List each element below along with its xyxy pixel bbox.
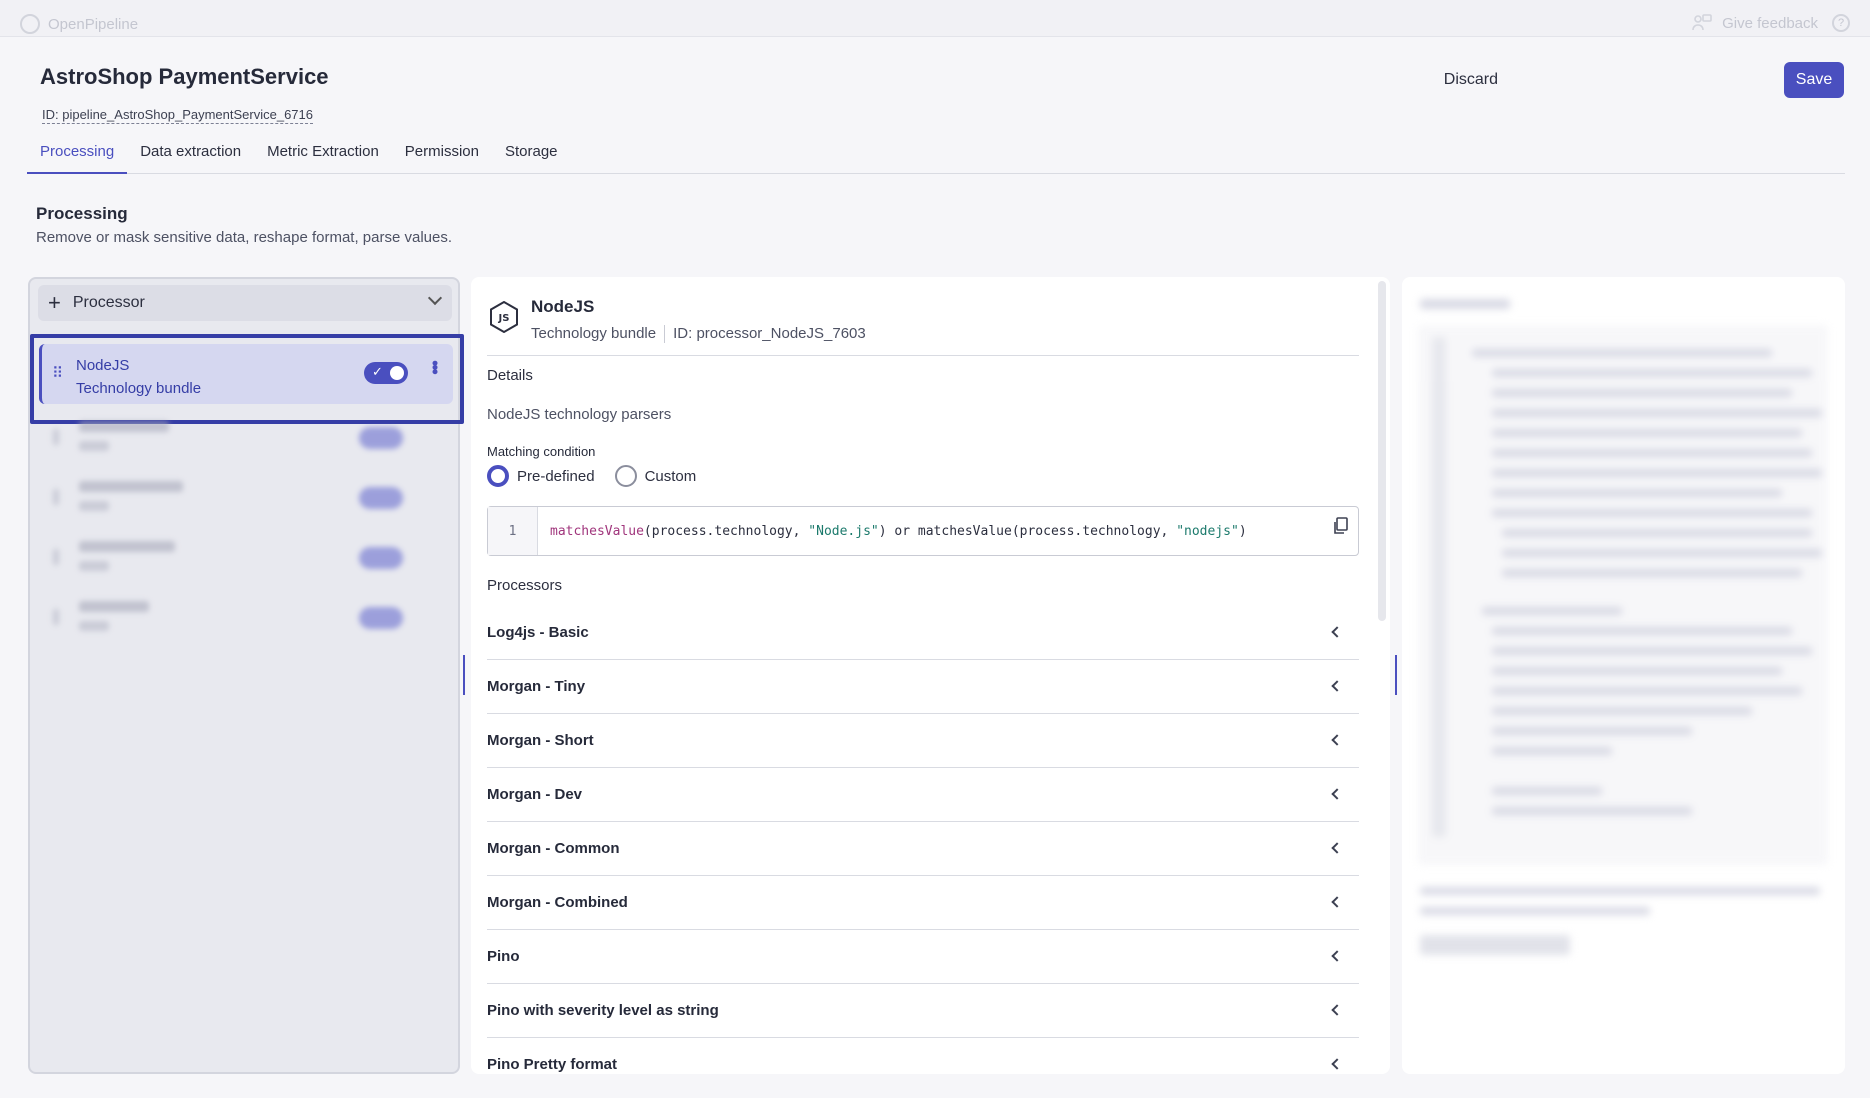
accordion-item[interactable]: Morgan - Short [487,714,1359,768]
resize-handle-right[interactable] [1395,655,1397,695]
blurred-list-item [39,469,453,529]
processor-item-name: NodeJS [76,357,130,374]
details-heading: Details [487,367,533,384]
processor-meta: Technology bundle ID: processor_NodeJS_7… [531,325,866,343]
accordion-item[interactable]: Pino with severity level as string [487,984,1359,1038]
section-title: Processing [36,204,128,223]
tab-bar: Processing Data extraction Metric Extrac… [27,140,1845,174]
processor-list-panel: + Processor ⠿ NodeJS Technology bundle ✓… [28,277,464,1074]
app-name: OpenPipeline [48,15,139,33]
accordion-item[interactable]: Pino [487,930,1359,984]
scrollbar[interactable] [1378,281,1386,621]
processor-item-nodejs[interactable]: ⠿ NodeJS Technology bundle ✓ ••• [39,344,453,404]
help-icon[interactable]: ? [1832,14,1850,32]
matching-condition-radios: Pre-defined Custom [487,465,696,487]
chevron-down-icon [427,290,443,306]
discard-button[interactable]: Discard [1424,62,1518,98]
processor-type: Technology bundle [531,325,657,342]
accordion-item[interactable]: Morgan - Common [487,822,1359,876]
app-logo-icon [20,14,40,34]
nodejs-icon: JS [490,301,518,333]
processor-description: NodeJS technology parsers [487,406,672,423]
condition-code: matchesValue (process.technology, "Node.j… [550,523,1247,539]
tab-permission[interactable]: Permission [392,140,492,174]
accordion-item[interactable]: Morgan - Tiny [487,660,1359,714]
processor-title: NodeJS [531,297,595,316]
give-feedback-label: Give feedback [1722,14,1818,32]
top-bar: OpenPipeline Give feedback ? [0,0,1870,36]
line-number: 1 [488,507,538,555]
check-icon: ✓ [372,364,383,379]
radio-custom[interactable] [614,465,637,487]
more-options-icon[interactable]: ••• [425,360,445,373]
chevron-left-icon [1331,680,1343,692]
radio-custom-label: Custom [644,467,697,485]
processor-id: ID: processor_NodeJS_7603 [673,325,866,342]
accordion-item[interactable]: Log4js - Basic [487,606,1359,660]
app-brand: OpenPipeline [20,14,138,34]
blurred-list-item [39,529,453,589]
blurred-content [1402,277,1845,1074]
tab-storage[interactable]: Storage [492,140,571,174]
matching-condition-label: Matching condition [487,444,596,459]
chevron-left-icon [1331,788,1343,800]
accordion-item[interactable]: Morgan - Dev [487,768,1359,822]
chevron-left-icon [1331,1004,1343,1016]
sample-data-panel [1402,277,1845,1074]
copy-icon[interactable] [1332,517,1348,535]
matching-condition-editor[interactable]: 1 matchesValue (process.technology, "Node… [487,506,1359,556]
tab-processing[interactable]: Processing [27,140,128,174]
blurred-list-item [39,589,453,649]
tab-metric-extraction[interactable]: Metric Extraction [254,140,392,174]
radio-predefined[interactable] [487,465,509,487]
blurred-list-item [39,409,453,469]
chevron-left-icon [1331,842,1343,854]
accordion-item[interactable]: Morgan - Combined [487,876,1359,930]
radio-predefined-label: Pre-defined [517,467,595,485]
accordion-item[interactable]: Pino Pretty format [487,1038,1359,1074]
processor-detail-panel: JS NodeJS Technology bundle ID: processo… [471,277,1390,1074]
pipeline-id[interactable]: ID: pipeline_AstroShop_PaymentService_67… [42,107,314,124]
section-subtitle: Remove or mask sensitive data, reshape f… [36,229,453,246]
tab-data-extraction[interactable]: Data extraction [127,140,254,174]
page-title: AstroShop PaymentService [40,64,329,89]
chevron-left-icon [1331,896,1343,908]
save-button[interactable]: Save [1784,62,1844,98]
add-processor-dropdown[interactable]: + Processor [38,285,452,321]
give-feedback-button[interactable]: Give feedback [1692,14,1818,32]
add-processor-label: Processor [72,294,145,311]
processors-heading: Processors [487,577,563,594]
chevron-left-icon [1331,1058,1343,1070]
chevron-left-icon [1331,734,1343,746]
drag-handle-icon[interactable]: ⠿ [52,366,63,381]
plus-icon: + [48,290,61,315]
chevron-left-icon [1331,626,1343,638]
processor-item-type: Technology bundle [76,380,202,397]
svg-text:JS: JS [498,313,510,324]
resize-handle-left[interactable] [463,655,465,695]
feedback-icon [1692,14,1712,31]
enable-toggle[interactable]: ✓ [364,362,408,384]
chevron-left-icon [1331,950,1343,962]
